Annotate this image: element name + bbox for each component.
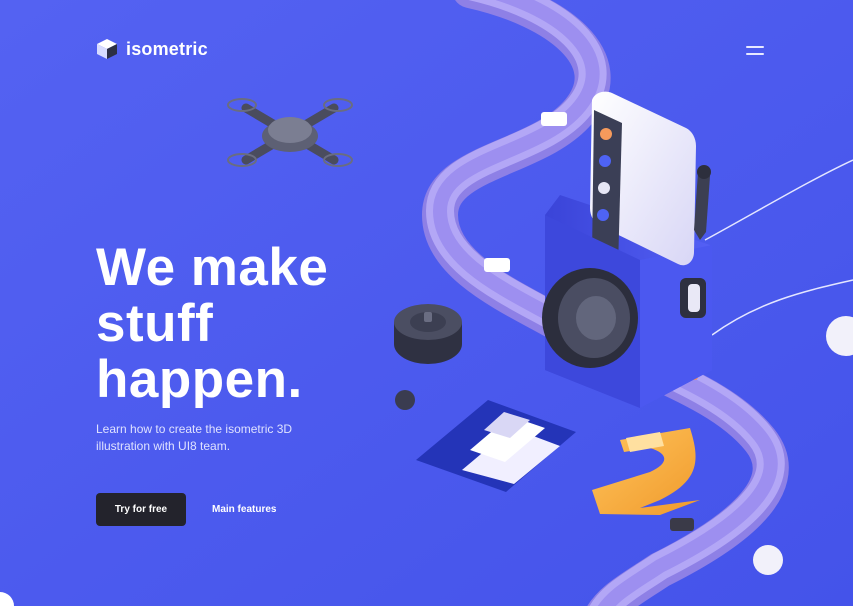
hamburger-menu-icon[interactable] xyxy=(740,40,770,64)
headline-line: We make xyxy=(96,238,329,297)
subtext-line: Learn how to create the isometric 3D xyxy=(96,422,293,436)
cube-icon xyxy=(97,39,117,59)
headline-line: happen. xyxy=(96,350,303,409)
main-features-link[interactable]: Main features xyxy=(206,493,282,526)
hero-subtext: Learn how to create the isometric 3D ill… xyxy=(96,421,356,455)
landing-page: isometric We make stuff happen. Learn ho… xyxy=(0,0,853,606)
hero-headline: We make stuff happen. xyxy=(96,240,426,408)
try-for-free-button[interactable]: Try for free xyxy=(96,493,186,526)
headline-line: stuff xyxy=(96,294,214,353)
brand-logo[interactable]: isometric xyxy=(96,38,208,60)
subtext-line: illustration with UI8 team. xyxy=(96,439,231,453)
brand-name: isometric xyxy=(126,38,208,59)
